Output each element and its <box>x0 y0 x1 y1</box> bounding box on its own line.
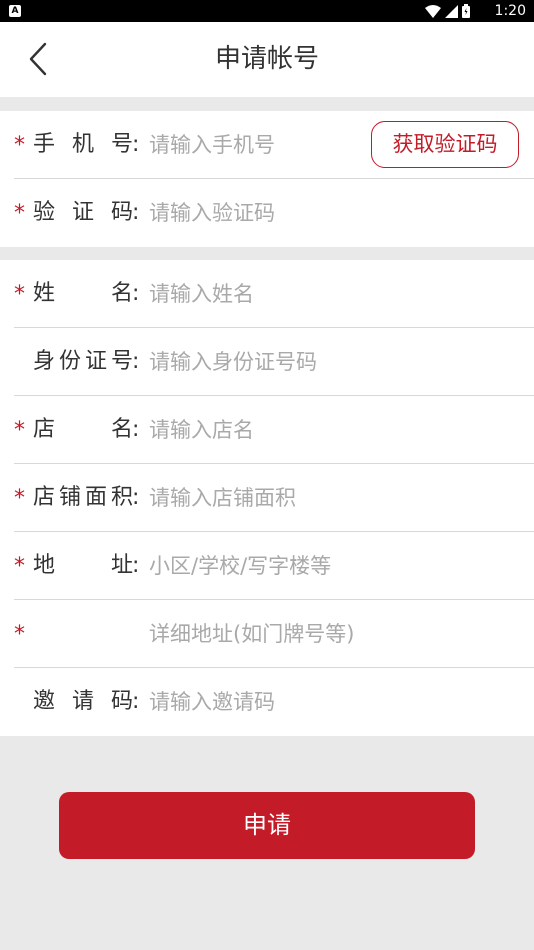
shop-area-label: 店铺面积 <box>33 485 133 510</box>
notification-badge: A <box>9 5 21 17</box>
address-input[interactable] <box>149 546 519 586</box>
code-input[interactable] <box>149 193 519 233</box>
address-detail-row: * <box>0 600 534 668</box>
shop-name-input[interactable] <box>149 410 519 450</box>
invite-code-label: 邀请码 <box>33 689 133 714</box>
invite-code-input[interactable] <box>149 682 519 722</box>
status-bar: A 1:20 <box>0 0 534 22</box>
wifi-icon <box>425 4 441 18</box>
id-number-colon: : <box>132 349 140 374</box>
address-colon: : <box>132 553 140 578</box>
shop-area-colon: : <box>132 485 140 510</box>
status-icons <box>425 4 470 18</box>
status-time: 1:20 <box>494 3 526 19</box>
phone-input[interactable] <box>149 125 364 165</box>
phone-colon: : <box>132 132 140 157</box>
name-colon: : <box>132 281 140 306</box>
code-label: 验证码 <box>33 200 133 225</box>
code-row: * 验证码 : <box>0 179 534 247</box>
required-marker: * <box>14 418 25 443</box>
required-marker: * <box>14 282 25 307</box>
info-section: * 姓名 : 身份证号 : * 店名 : * 店铺面积 : * 地址 : * 邀… <box>0 260 534 736</box>
required-marker: * <box>14 133 25 158</box>
back-button[interactable] <box>16 36 60 82</box>
required-marker: * <box>14 554 25 579</box>
signal-icon <box>445 4 458 18</box>
shop-area-row: * 店铺面积 : <box>0 464 534 532</box>
shop-name-row: * 店名 : <box>0 396 534 464</box>
shop-name-label: 店名 <box>33 417 133 442</box>
id-number-input[interactable] <box>149 342 519 382</box>
chevron-left-icon <box>29 42 47 76</box>
code-colon: : <box>132 200 140 225</box>
submit-button[interactable]: 申请 <box>59 792 475 859</box>
id-number-label: 身份证号 <box>33 349 133 374</box>
address-detail-input[interactable] <box>149 614 519 654</box>
invite-code-colon: : <box>132 689 140 714</box>
title-bar: 申请帐号 <box>0 22 534 97</box>
shop-name-colon: : <box>132 417 140 442</box>
id-number-row: 身份证号 : <box>0 328 534 396</box>
name-label: 姓名 <box>33 281 133 306</box>
invite-code-row: 邀请码 : <box>0 668 534 736</box>
shop-area-input[interactable] <box>149 478 519 518</box>
required-marker: * <box>14 622 25 647</box>
address-row: * 地址 : <box>0 532 534 600</box>
address-label: 地址 <box>33 553 133 578</box>
battery-icon <box>462 4 470 18</box>
required-marker: * <box>14 486 25 511</box>
required-marker: * <box>14 201 25 226</box>
page-title: 申请帐号 <box>214 44 319 74</box>
name-input[interactable] <box>149 274 519 314</box>
name-row: * 姓名 : <box>0 260 534 328</box>
get-code-button[interactable]: 获取验证码 <box>371 121 519 168</box>
phone-label: 手机号 <box>33 132 133 157</box>
